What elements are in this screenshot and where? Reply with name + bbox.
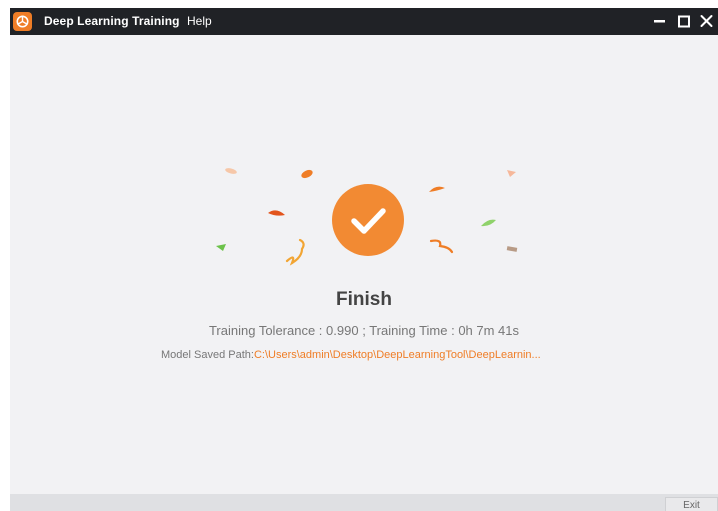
finish-title: Finish <box>336 289 392 310</box>
model-saved-path: Model Saved Path:C:\Users\admin\Desktop\… <box>161 349 541 361</box>
confetti-piece <box>506 246 518 252</box>
confetti-piece <box>481 219 496 227</box>
close-button[interactable] <box>694 8 718 35</box>
checkmark-icon <box>351 208 386 234</box>
summary-separator: ; <box>358 323 370 338</box>
exit-button[interactable]: Exit <box>665 497 718 511</box>
menu-item-help[interactable]: Help <box>187 14 212 28</box>
tolerance-label: Training Tolerance : <box>208 323 327 338</box>
model-path-label: Model Saved Path: <box>161 349 254 361</box>
window-title: Deep Learning Training <box>44 14 180 28</box>
training-time-label: Training Time : <box>369 323 459 338</box>
bottom-bar <box>10 494 718 511</box>
minimize-icon <box>654 20 665 23</box>
minimize-button[interactable] <box>647 8 673 35</box>
confetti-decoration <box>216 168 518 266</box>
confetti-piece <box>429 186 445 192</box>
confetti-piece <box>301 169 313 179</box>
confetti-piece <box>507 170 516 177</box>
confetti-piece <box>285 238 305 266</box>
training-time-value: 0h 7m 41s <box>458 323 520 338</box>
success-check-badge <box>332 184 404 256</box>
model-path-link[interactable]: C:\Users\admin\Desktop\DeepLearningTool\… <box>254 349 541 361</box>
app-logo-icon <box>13 12 32 31</box>
app-window: Deep Learning Training Help Finish Train… <box>10 8 718 511</box>
confetti-piece <box>216 244 226 251</box>
tolerance-value: 0.990 <box>326 323 359 338</box>
confetti-piece <box>225 168 237 174</box>
title-bar[interactable]: Deep Learning Training Help <box>10 8 718 35</box>
content-area: Finish Training Tolerance : 0.990 ; Trai… <box>10 35 718 494</box>
training-summary: Training Tolerance : 0.990 ; Training Ti… <box>10 323 718 338</box>
confetti-piece <box>268 210 285 216</box>
confetti-piece <box>429 239 454 254</box>
close-icon <box>700 15 713 27</box>
